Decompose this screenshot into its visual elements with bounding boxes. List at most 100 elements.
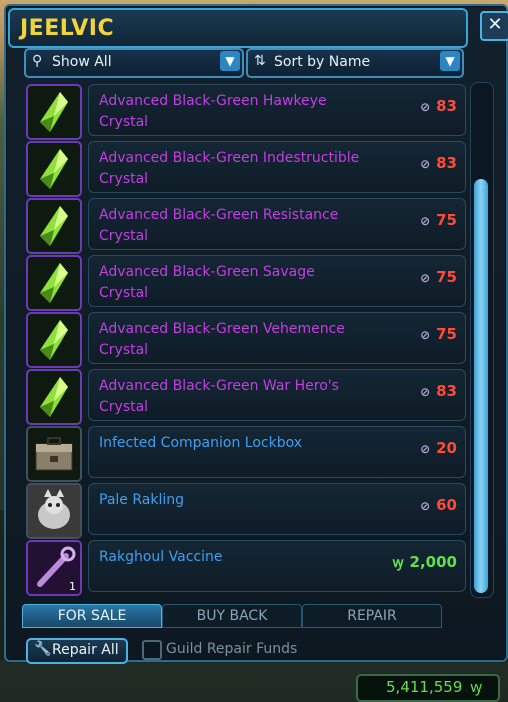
item-name: Infected Companion Lockbox (99, 433, 399, 454)
commendation-icon: ⊘ (420, 499, 431, 513)
credits-display: 5,411,559 ꝡ (356, 674, 500, 702)
commendation-icon: ⊘ (420, 157, 431, 171)
guild-repair-label: Guild Repair Funds (166, 641, 298, 657)
scrollbar-thumb[interactable] (474, 179, 488, 593)
list-item[interactable]: Advanced Black-Green Indestructible Crys… (22, 141, 466, 197)
guild-repair-checkbox[interactable] (142, 640, 162, 660)
list-item[interactable]: 1 Rakghoul Vaccine ꝡ 2,000 (22, 540, 466, 596)
item-name-line1: Advanced Black-Green Savage (99, 264, 315, 280)
list-item[interactable]: Infected Companion Lockbox ⊘ 20 (22, 426, 466, 482)
sort-dropdown[interactable]: ⇅ Sort by Name ▼ (246, 48, 464, 78)
commendation-icon: ⊘ (420, 385, 431, 399)
crystal-icon[interactable] (26, 198, 82, 254)
commendation-icon: ⊘ (420, 328, 431, 342)
credits-icon: ꝡ (470, 678, 482, 696)
item-name: Advanced Black-Green Savage Crystal (99, 262, 399, 304)
item-name: Advanced Black-Green Hawkeye Crystal (99, 91, 399, 133)
item-panel[interactable]: Advanced Black-Green Resistance Crystal … (88, 198, 466, 250)
price-value: 75 (436, 325, 457, 343)
item-name-line2: Crystal (99, 228, 149, 244)
item-name-line1: Advanced Black-Green War Hero's (99, 378, 339, 394)
item-name-line2: Crystal (99, 342, 149, 358)
commendation-icon: ⊘ (420, 100, 431, 114)
item-price: ꝡ 2,000 (393, 553, 457, 572)
list-item[interactable]: Advanced Black-Green War Hero's Crystal … (22, 369, 466, 425)
crystal-icon[interactable] (26, 141, 82, 197)
list-item[interactable]: Advanced Black-Green Vehemence Crystal ⊘… (22, 312, 466, 368)
tab-for-sale[interactable]: FOR SALE (22, 604, 162, 628)
item-name: Advanced Black-Green Indestructible Crys… (99, 148, 399, 190)
crystal-icon[interactable] (26, 84, 82, 140)
list-item[interactable]: Advanced Black-Green Hawkeye Crystal ⊘ 83 (22, 84, 466, 140)
item-price: ⊘ 60 (420, 496, 457, 514)
list-item[interactable]: Advanced Black-Green Savage Crystal ⊘ 75 (22, 255, 466, 311)
price-value: 60 (436, 496, 457, 514)
price-value: 83 (436, 154, 457, 172)
close-icon: ✕ (487, 14, 503, 35)
item-panel[interactable]: Advanced Black-Green Hawkeye Crystal ⊘ 83 (88, 84, 466, 136)
item-name: Pale Rakling (99, 490, 399, 511)
item-name: Advanced Black-Green Vehemence Crystal (99, 319, 399, 361)
lockbox-icon[interactable] (26, 426, 82, 482)
item-name: Advanced Black-Green Resistance Crystal (99, 205, 399, 247)
commendation-icon: ⊘ (420, 442, 431, 456)
item-name-line1: Pale Rakling (99, 492, 184, 508)
item-panel[interactable]: Advanced Black-Green Savage Crystal ⊘ 75 (88, 255, 466, 307)
list-scrollbar[interactable] (470, 82, 494, 598)
price-value: 83 (436, 97, 457, 115)
item-price: ⊘ 75 (420, 325, 457, 343)
price-value: 75 (436, 268, 457, 286)
show-filter-label: Show All (52, 54, 112, 70)
item-price: ⊘ 75 (420, 211, 457, 229)
item-price: ⊘ 20 (420, 439, 457, 457)
item-name-line1: Advanced Black-Green Vehemence (99, 321, 345, 337)
sort-label: Sort by Name (274, 54, 371, 70)
chevron-down-icon[interactable]: ▼ (440, 51, 460, 71)
crystal-icon[interactable] (26, 369, 82, 425)
item-panel[interactable]: Advanced Black-Green Vehemence Crystal ⊘… (88, 312, 466, 364)
vendor-titlebar[interactable]: JEELVIC (8, 8, 468, 48)
rakling-pet-icon[interactable] (26, 483, 82, 539)
item-price: ⊘ 83 (420, 154, 457, 172)
tab-repair[interactable]: REPAIR (302, 604, 442, 628)
item-name: Advanced Black-Green War Hero's Crystal (99, 376, 399, 418)
show-filter-dropdown[interactable]: ⚲ Show All ▼ (24, 48, 244, 78)
credits-value: 5,411,559 (386, 678, 463, 696)
item-name-line2: Crystal (99, 114, 149, 130)
item-name-line1: Infected Companion Lockbox (99, 435, 303, 451)
item-price: ⊘ 83 (420, 382, 457, 400)
credits-icon: ꝡ (392, 555, 404, 571)
item-panel[interactable]: Advanced Black-Green War Hero's Crystal … (88, 369, 466, 421)
vaccine-icon[interactable]: 1 (26, 540, 82, 596)
crystal-icon[interactable] (26, 312, 82, 368)
sort-icon: ⇅ (254, 53, 266, 69)
item-name-line2: Crystal (99, 285, 149, 301)
price-value: 75 (436, 211, 457, 229)
item-panel[interactable]: Pale Rakling ⊘ 60 (88, 483, 466, 535)
close-button[interactable]: ✕ (480, 11, 508, 41)
item-price: ⊘ 83 (420, 97, 457, 115)
item-price: ⊘ 75 (420, 268, 457, 286)
repair-all-label: Repair All (52, 642, 119, 658)
item-panel[interactable]: Advanced Black-Green Indestructible Crys… (88, 141, 466, 193)
item-name-line1: Advanced Black-Green Hawkeye (99, 93, 327, 109)
list-item[interactable]: Pale Rakling ⊘ 60 (22, 483, 466, 539)
item-name-line1: Advanced Black-Green Indestructible (99, 150, 360, 166)
crystal-icon[interactable] (26, 255, 82, 311)
commendation-icon: ⊘ (420, 271, 431, 285)
item-quantity: 1 (69, 580, 76, 593)
list-item[interactable]: Advanced Black-Green Resistance Crystal … (22, 198, 466, 254)
tab-buy-back[interactable]: BUY BACK (162, 604, 302, 628)
credits-amount: 5,411,559 ꝡ (386, 678, 498, 696)
vendor-title: JEELVIC (20, 16, 115, 41)
chevron-down-icon[interactable]: ▼ (220, 51, 240, 71)
repair-all-button[interactable]: 🔧 Repair All (26, 638, 128, 664)
price-value: 20 (436, 439, 457, 457)
item-panel[interactable]: Infected Companion Lockbox ⊘ 20 (88, 426, 466, 478)
item-panel[interactable]: Rakghoul Vaccine ꝡ 2,000 (88, 540, 466, 592)
filter-bar: ⚲ Show All ▼ ⇅ Sort by Name ▼ (22, 48, 470, 78)
vendor-tabs: FOR SALE BUY BACK REPAIR (22, 604, 442, 628)
price-value: 2,000 (409, 553, 457, 571)
commendation-icon: ⊘ (420, 214, 431, 228)
search-icon: ⚲ (32, 53, 43, 69)
